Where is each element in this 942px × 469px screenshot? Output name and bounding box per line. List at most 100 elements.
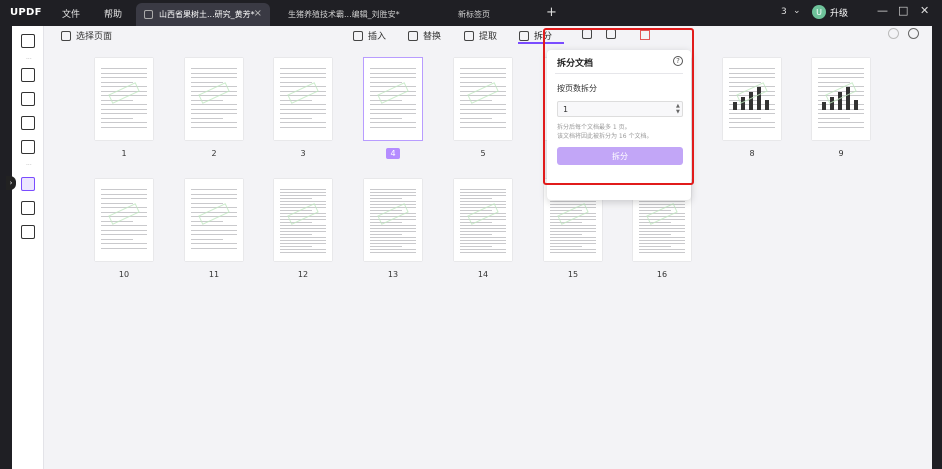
page-thumbnail[interactable] <box>95 58 153 140</box>
page-number-label: 13 <box>387 270 399 279</box>
text-line <box>370 228 416 229</box>
text-line <box>101 234 147 235</box>
minimize-icon[interactable]: — <box>877 4 888 17</box>
text-line <box>460 198 492 199</box>
page-thumbnail[interactable] <box>185 58 243 140</box>
tab-document-2[interactable]: 生猪养殖技术霸...编辑_刘胜安* <box>280 3 430 26</box>
page-number: 1 <box>95 149 153 158</box>
text-line <box>280 108 326 110</box>
text-line <box>280 81 312 83</box>
figure-bar <box>733 102 737 110</box>
page-number: 14 <box>454 270 512 279</box>
comment-icon[interactable] <box>21 68 35 82</box>
text-line <box>191 72 237 74</box>
text-line <box>101 77 147 78</box>
tab-document-1[interactable]: 山西省果树土...研究_黄芳* × <box>136 3 270 26</box>
text-line <box>280 189 326 190</box>
text-line <box>370 126 416 128</box>
text-line <box>460 240 506 241</box>
text-line <box>280 68 326 69</box>
text-line <box>729 126 775 128</box>
zoom-out-icon[interactable] <box>888 28 899 39</box>
sidebar-expand-handle[interactable]: › <box>6 176 16 190</box>
page-number: 3 <box>274 149 332 158</box>
text-line <box>550 201 596 202</box>
text-line <box>370 81 402 83</box>
text-line <box>370 249 416 250</box>
edit-icon[interactable] <box>21 92 35 106</box>
text-line <box>370 252 416 253</box>
text-line <box>101 229 147 231</box>
text-line <box>460 72 506 74</box>
page-thumbnail[interactable] <box>274 179 332 261</box>
split-button[interactable]: 拆分 <box>519 29 552 42</box>
page-thumbnail[interactable] <box>454 179 512 261</box>
menu-help[interactable]: 帮助 <box>104 7 122 20</box>
text-line <box>550 237 596 238</box>
text-line <box>280 113 326 114</box>
zoom-in-icon[interactable] <box>908 28 919 39</box>
pages-per-split-input[interactable] <box>557 101 683 117</box>
page-thumbnail[interactable] <box>364 179 422 261</box>
extract-button[interactable]: 提取 <box>464 29 497 42</box>
text-line <box>639 249 685 250</box>
maximize-icon[interactable]: □ <box>898 4 908 17</box>
upgrade-button[interactable]: U 升级 <box>812 5 848 19</box>
delete-icon[interactable] <box>640 29 650 40</box>
split-confirm-button[interactable]: 拆分 <box>557 147 683 165</box>
rotate-left-button[interactable] <box>582 29 597 39</box>
select-pages-button[interactable]: 选择页面 <box>61 29 112 42</box>
rotate-right-button[interactable] <box>606 29 621 39</box>
chevron-down-icon[interactable]: ⌄ <box>793 6 801 16</box>
text-line <box>280 231 326 232</box>
form-icon[interactable] <box>21 116 35 130</box>
help-icon[interactable]: ? <box>673 56 683 66</box>
text-line <box>370 237 416 238</box>
page-thumbnail[interactable] <box>812 58 870 140</box>
text-line <box>370 77 416 78</box>
text-line <box>370 225 416 226</box>
close-icon[interactable]: × <box>254 8 262 19</box>
page-number-label: 9 <box>838 149 844 158</box>
notification-count: 3 <box>781 7 787 17</box>
sign-icon[interactable] <box>21 140 35 154</box>
text-line <box>280 117 312 119</box>
reader-icon[interactable] <box>21 34 35 48</box>
text-line <box>550 225 596 226</box>
text-line <box>818 122 864 123</box>
page-thumbnail[interactable] <box>363 57 423 141</box>
text-line <box>101 81 133 83</box>
close-window-icon[interactable]: ✕ <box>920 4 929 17</box>
tab-new[interactable]: 新标签页 <box>450 3 530 26</box>
text-line <box>729 68 775 69</box>
text-line <box>460 126 506 128</box>
new-tab-icon[interactable]: + <box>546 5 557 20</box>
text-line <box>280 104 326 105</box>
crop-icon[interactable] <box>21 201 35 215</box>
tab-label: 新标签页 <box>458 10 490 19</box>
page-thumbnail[interactable] <box>454 58 512 140</box>
page-thumbnail[interactable] <box>723 58 781 140</box>
text-line <box>101 117 133 119</box>
layers-icon[interactable] <box>21 225 35 239</box>
text-line <box>729 72 775 74</box>
text-line <box>101 243 147 244</box>
page-thumbnail[interactable] <box>95 179 153 261</box>
page-thumbnail[interactable] <box>185 179 243 261</box>
page-thumbnail[interactable] <box>274 58 332 140</box>
text-line <box>818 81 850 83</box>
text-line <box>191 229 237 231</box>
text-line <box>550 240 596 241</box>
organize-pages-icon[interactable] <box>21 177 35 191</box>
stepper-icon[interactable]: ▲ ▼ <box>676 103 680 115</box>
text-line <box>639 201 685 202</box>
text-line <box>639 243 685 244</box>
divider-dots: ··· <box>26 56 32 63</box>
text-line <box>280 122 326 123</box>
page-number: 16 <box>633 270 691 279</box>
menu-file[interactable]: 文件 <box>62 7 80 20</box>
figure-bar <box>854 100 858 110</box>
replace-button[interactable]: 替换 <box>408 29 441 42</box>
page-number-label: 4 <box>386 148 400 159</box>
insert-button[interactable]: 插入 <box>353 29 386 42</box>
